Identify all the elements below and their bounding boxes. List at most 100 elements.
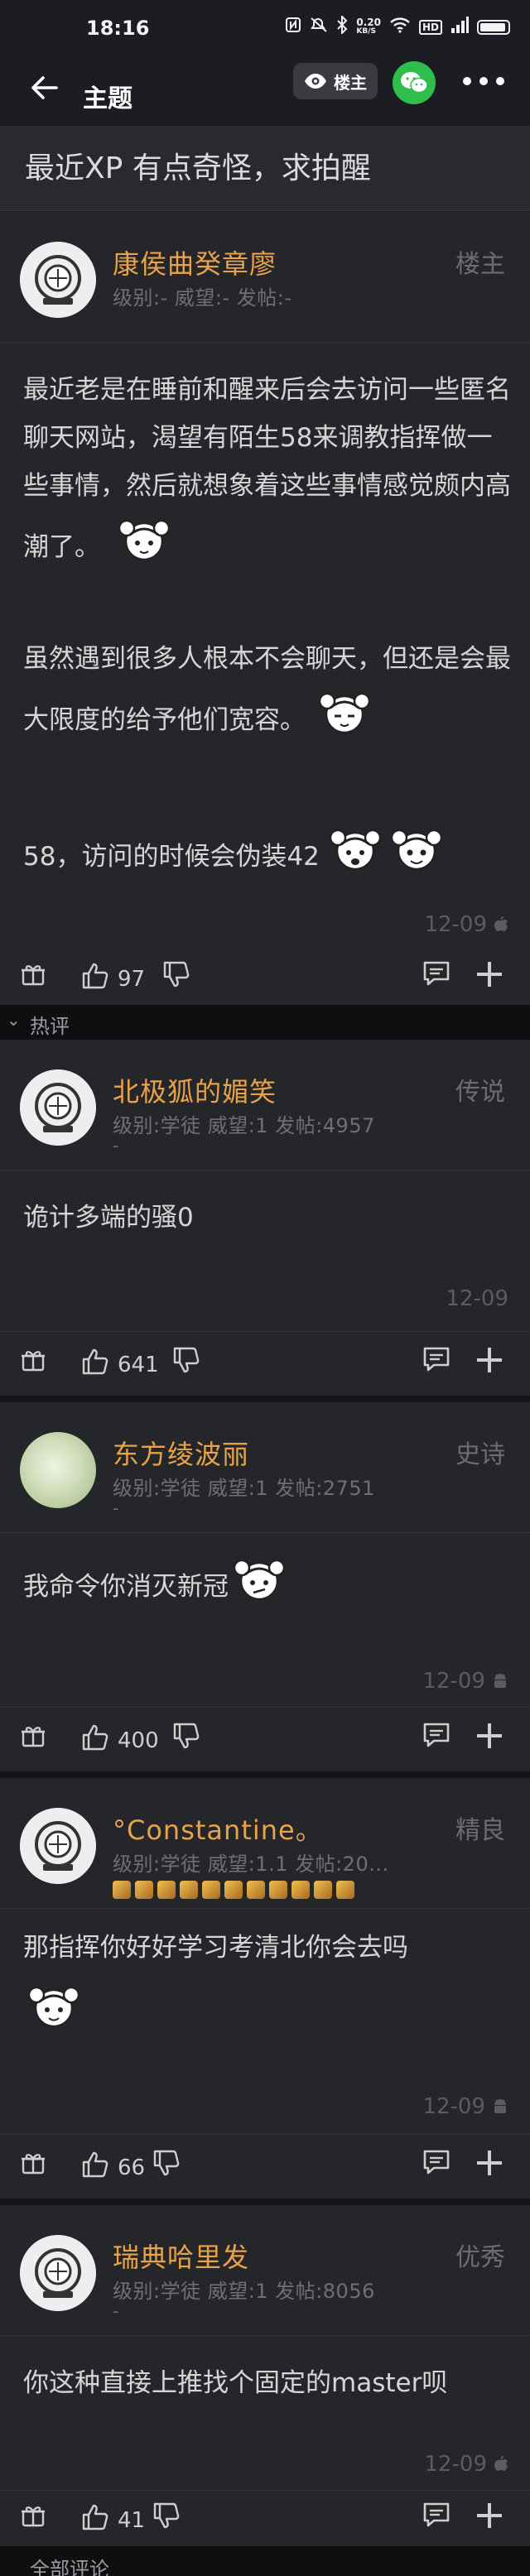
only-op-toggle[interactable]: 楼主 <box>293 63 378 99</box>
dislike-button[interactable] <box>172 1722 200 1750</box>
medal-icon <box>269 1881 287 1899</box>
comment-card: 北极狐的媚笑 级别:学徒 威望:1 发帖:4957 - 传说 诡计多端的骚0 1… <box>0 1040 530 1396</box>
comment-icon <box>423 2502 450 2527</box>
post-body: 诡计多端的骚0 <box>23 1194 512 1242</box>
medal-icon <box>157 1881 176 1899</box>
apple-icon <box>494 916 508 931</box>
like-button[interactable]: 66 <box>81 2149 145 2180</box>
diving-helmet-icon <box>20 2235 96 2311</box>
wechat-icon <box>401 72 428 94</box>
post-actions: 400 <box>0 1710 530 1768</box>
comment-button[interactable] <box>422 960 450 987</box>
android-icon <box>494 1674 506 1688</box>
thumbs-up-icon <box>82 1724 108 1751</box>
eye-icon <box>305 74 326 89</box>
wechat-share-button[interactable] <box>393 61 436 104</box>
medal-icon <box>314 1881 332 1899</box>
username[interactable]: °Constantine。 <box>113 1809 323 1848</box>
plus-icon <box>477 1723 502 1748</box>
user-meta: 级别:学徒 威望:1 发帖:8056 <box>113 2280 375 2303</box>
comment-button[interactable] <box>422 2149 450 2175</box>
post-actions: 41 <box>0 2490 530 2548</box>
diving-helmet-icon <box>20 242 96 318</box>
date-text: 12-09 <box>446 1286 508 1311</box>
dislike-button[interactable] <box>162 960 190 988</box>
thumbs-down-icon <box>153 2502 180 2529</box>
avatar[interactable] <box>20 242 96 318</box>
gift-button[interactable] <box>20 2149 46 2175</box>
role-tag: 传说 <box>455 1078 505 1107</box>
add-button[interactable] <box>475 960 504 988</box>
top-nav-bar: 主题 楼主 <box>0 55 530 126</box>
paragraph-text: 58，访问的时候会伪装42 <box>23 842 320 872</box>
add-button[interactable] <box>475 2502 504 2530</box>
medal-icon <box>336 1881 354 1899</box>
comment-button[interactable] <box>422 1722 450 1748</box>
add-button[interactable] <box>475 1346 504 1374</box>
dislike-button[interactable] <box>152 2149 181 2177</box>
medal-badges <box>113 1881 354 1899</box>
post-header: 康侯曲癸章廖 级别:- 威望:- 发帖:- 楼主 <box>0 212 530 343</box>
like-button[interactable]: 641 <box>81 1346 159 1377</box>
thumbs-down-icon <box>173 1347 200 1373</box>
gift-button[interactable] <box>20 1346 46 1372</box>
gift-icon <box>22 1351 45 1372</box>
plus-icon <box>477 2503 502 2528</box>
date-text: 12-09 <box>422 2094 485 2119</box>
like-button[interactable]: 41 <box>81 2502 145 2533</box>
status-bar: 18:16 0.20 KB/S HD <box>0 0 530 55</box>
avatar[interactable] <box>20 1432 96 1508</box>
gift-button[interactable] <box>20 960 46 987</box>
medal-icon <box>247 1881 265 1899</box>
mascot-sticker-icon <box>314 683 375 760</box>
avatar[interactable] <box>20 1069 96 1146</box>
username[interactable]: 康侯曲癸章廖 <box>113 243 277 281</box>
add-button[interactable] <box>475 2149 504 2177</box>
thumbs-up-icon <box>82 2151 108 2178</box>
date-text: 12-09 <box>424 912 487 937</box>
post-header: 瑞典哈里发 级别:学徒 威望:1 发帖:8056 - 优秀 <box>0 2205 530 2336</box>
hd-badge: HD <box>418 19 442 35</box>
like-button[interactable]: 400 <box>81 1722 159 1753</box>
avatar[interactable] <box>20 1808 96 1884</box>
gift-button[interactable] <box>20 2502 46 2528</box>
signal-icon <box>450 17 469 37</box>
comment-button[interactable] <box>422 2502 450 2528</box>
back-button[interactable] <box>30 73 66 109</box>
section-title: 全部评论 <box>30 2558 109 2576</box>
like-count: 41 <box>118 2508 146 2533</box>
username[interactable]: 北极狐的媚笑 <box>113 1071 277 1109</box>
paragraph: 我命令你消灭新冠 <box>23 1550 512 1627</box>
dislike-button[interactable] <box>152 2502 181 2530</box>
comment-card: °Constantine。 级别:学徒 威望:1.1 发帖:20... 精良 那… <box>0 1778 530 2199</box>
paragraph: 虽然遇到很多人根本不会聊天，但还是会最大限度的给予他们宽容。 <box>23 635 512 760</box>
username[interactable]: 瑞典哈里发 <box>113 2237 249 2275</box>
add-button[interactable] <box>475 1722 504 1750</box>
avatar[interactable] <box>20 2235 96 2311</box>
post-date: 12-09 <box>446 1286 508 1311</box>
card-gap <box>0 1396 530 1402</box>
medal-icon <box>135 1881 153 1899</box>
mascot-sticker-icon <box>325 819 386 896</box>
more-button[interactable] <box>460 65 510 98</box>
gift-button[interactable] <box>20 1722 46 1748</box>
bluetooth-icon <box>336 14 348 38</box>
post-actions: 641 <box>0 1334 530 1392</box>
back-arrow-icon <box>31 76 58 99</box>
dislike-button[interactable] <box>172 1346 200 1374</box>
paragraph: 最近老是在睡前和醒来后会去访问一些匿名聊天网站，渴望有陌生58来调教指挥做一些事… <box>23 366 512 587</box>
date-text: 12-09 <box>422 1669 485 1694</box>
user-meta-extra: - <box>113 2301 119 2321</box>
mascot-sticker-icon <box>113 510 175 587</box>
post-header: 东方绫波丽 级别:学徒 威望:1 发帖:2751 - 史诗 <box>0 1402 530 1533</box>
nfc-icon <box>285 17 301 37</box>
username[interactable]: 东方绫波丽 <box>113 1434 249 1472</box>
like-count: 400 <box>118 1728 159 1753</box>
comment-button[interactable] <box>422 1346 450 1372</box>
like-button[interactable]: 97 <box>81 960 145 992</box>
post-body: 最近老是在睡前和醒来后会去访问一些匿名聊天网站，渴望有陌生58来调教指挥做一些事… <box>23 366 512 896</box>
medal-icon <box>180 1881 198 1899</box>
thumbs-up-icon <box>82 1348 108 1375</box>
section-title: 热评 <box>30 1015 70 1038</box>
comment-card: 瑞典哈里发 级别:学徒 威望:1 发帖:8056 - 优秀 你这种直接上推找个固… <box>0 2205 530 2546</box>
